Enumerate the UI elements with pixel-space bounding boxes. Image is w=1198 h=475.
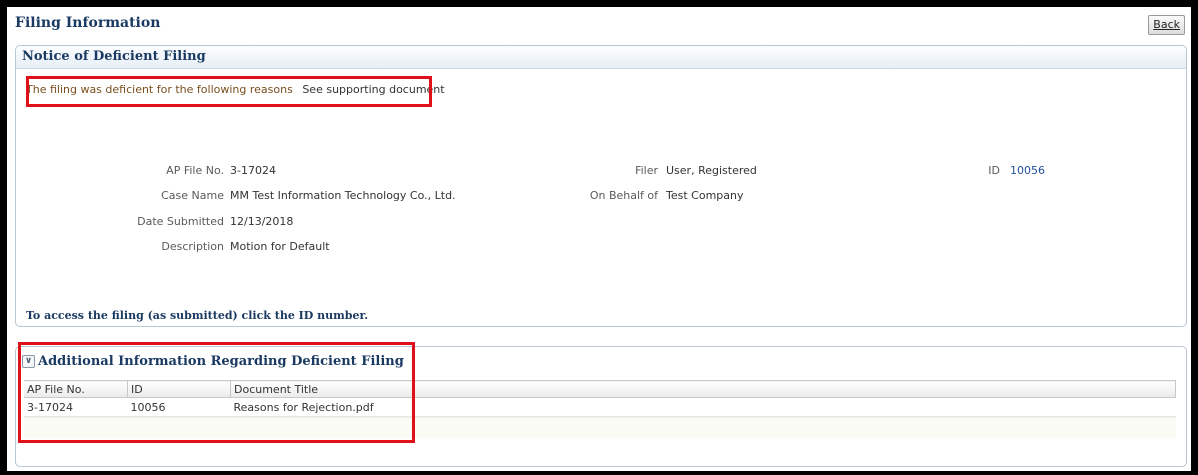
date-submitted-value: 12/13/2018 <box>230 215 294 228</box>
date-submitted-label: Date Submitted <box>137 215 224 228</box>
ap-file-no-label: AP File No. <box>166 164 224 177</box>
page-title: Filing Information <box>15 15 161 31</box>
case-name-value: MM Test Information Technology Co., Ltd. <box>230 189 456 202</box>
on-behalf-label: On Behalf of <box>589 189 658 202</box>
filer-value: User, Registered <box>666 164 757 177</box>
back-button[interactable]: Back <box>1148 15 1185 35</box>
id-label: ID <box>988 164 1000 177</box>
highlight-box-additional <box>18 342 415 443</box>
description-label: Description <box>161 240 224 253</box>
on-behalf-value: Test Company <box>666 189 744 202</box>
case-name-label: Case Name <box>161 189 224 202</box>
filer-label: Filer <box>635 164 658 177</box>
access-note: To access the filing (as submitted) clic… <box>26 309 369 322</box>
id-link[interactable]: 10056 <box>1010 164 1045 177</box>
notice-panel-title: Notice of Deficient Filing <box>16 46 1186 69</box>
filing-information-page: Filing Information Back Notice of Defici… <box>7 7 1191 471</box>
ap-file-no-value: 3-17024 <box>230 164 276 177</box>
description-value: Motion for Default <box>230 240 330 253</box>
highlight-box-reason <box>26 76 432 107</box>
